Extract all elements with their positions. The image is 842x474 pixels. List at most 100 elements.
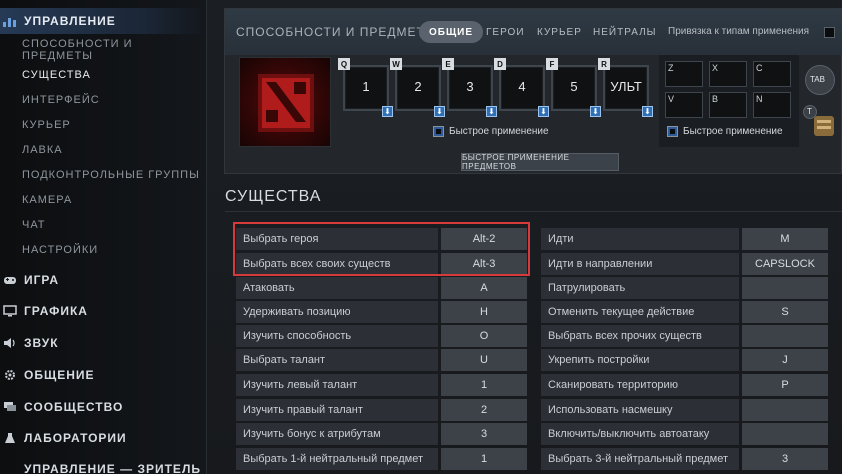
item-slot-n[interactable]: N [753, 92, 791, 118]
quickcast-items-checkbox[interactable] [667, 126, 678, 137]
hotkey-binding[interactable]: 1 [441, 374, 527, 396]
slot-value: 2 [414, 79, 422, 94]
sidebar-section-label: УПРАВЛЕНИЕ — ЗРИТЕЛЬ [24, 462, 201, 474]
hotkey-binding[interactable] [742, 399, 828, 421]
hotkey-binding[interactable]: H [441, 301, 527, 323]
sidebar-section-label: ЗВУК [24, 336, 59, 350]
hotkey-binding[interactable]: A [441, 277, 527, 299]
quickcast-items-option[interactable]: Быстрое применение [667, 126, 783, 137]
sidebar: УПРАВЛЕНИЕ СПОСОБНОСТИ И ПРЕДМЕТЫ СУЩЕСТ… [0, 0, 207, 474]
hotkey-label: Патрулировать [541, 277, 739, 299]
tab-neutrals[interactable]: НЕЙТРАЛЫ [583, 21, 667, 43]
hotkey-binding[interactable]: S [742, 301, 828, 323]
sidebar-item-courier[interactable]: КУРЬЕР [22, 115, 71, 135]
ability-slot-f[interactable]: F 5 ⬇ [546, 58, 601, 117]
slot-key: D [494, 58, 506, 70]
hotkey-binding[interactable] [742, 423, 828, 445]
sidebar-section-label: ЛАБОРАТОРИИ [24, 431, 127, 445]
hotkey-label: Отменить текущее действие [541, 301, 739, 323]
ability-slot-q[interactable]: Q 1 ⬇ [338, 58, 393, 117]
cast-type-binding-label: Привязка к типам применения [668, 26, 810, 37]
quickcast-toggle-icon[interactable]: ⬇ [642, 106, 653, 117]
gear-icon [2, 368, 18, 382]
hotkey-binding[interactable]: O [441, 325, 527, 347]
hotkey-label: Использовать насмешку [541, 399, 739, 421]
item-slot-c[interactable]: C [753, 61, 791, 87]
quickcast-checkbox[interactable] [433, 126, 444, 137]
hotkey-label: Выбрать 3-й нейтральный предмет [541, 448, 739, 470]
ability-slot-e[interactable]: E 3 ⬇ [442, 58, 497, 117]
slot-key: X [712, 63, 719, 73]
quickcast-toggle-icon[interactable]: ⬇ [434, 106, 445, 117]
tab-key-slot[interactable]: TAB [805, 65, 835, 95]
hotkey-binding[interactable]: 3 [742, 448, 828, 470]
tab-general[interactable]: ОБЩИЕ [419, 21, 484, 43]
slot-key: B [712, 94, 719, 104]
abilities-panel: СПОСОБНОСТИ И ПРЕДМЕТЫ ОБЩИЕ ГЕРОИ КУРЬЕ… [224, 8, 842, 174]
ability-slot-d[interactable]: D 4 ⬇ [494, 58, 549, 117]
sidebar-section-spectator-controls[interactable]: УПРАВЛЕНИЕ — ЗРИТЕЛЬ [0, 456, 207, 474]
cast-type-binding-checkbox[interactable] [824, 27, 835, 38]
hotkey-binding[interactable]: U [441, 349, 527, 371]
sidebar-item-units[interactable]: СУЩЕСТВА [22, 65, 91, 85]
hotkey-label: Включить/выключить автоатаку [541, 423, 739, 445]
hotkey-binding[interactable]: 3 [441, 423, 527, 445]
sidebar-section-community[interactable]: СООБЩЕСТВО [0, 394, 207, 420]
monitor-icon [2, 304, 18, 318]
hotkey-binding[interactable]: P [742, 374, 828, 396]
slot-key: V [668, 94, 675, 104]
quickcast-abilities-option[interactable]: Быстрое применение [433, 126, 549, 137]
quickcast-toggle-icon[interactable]: ⬇ [382, 106, 393, 117]
sidebar-section-social[interactable]: ОБЩЕНИЕ [0, 362, 207, 388]
slot-key: W [390, 58, 402, 70]
quickcast-toggle-icon[interactable]: ⬇ [590, 106, 601, 117]
sidebar-item-chat[interactable]: ЧАТ [22, 215, 46, 235]
settings-window: УПРАВЛЕНИЕ СПОСОБНОСТИ И ПРЕДМЕТЫ СУЩЕСТ… [0, 0, 842, 474]
hotkey-binding[interactable]: 1 [441, 448, 527, 470]
hotkey-binding[interactable] [742, 325, 828, 347]
slot-key: E [442, 58, 454, 70]
hotkey-binding[interactable]: CAPSLOCK [742, 253, 828, 275]
hotkey-label: Изучить способность [236, 325, 438, 347]
sidebar-item-interface[interactable]: ИНТЕРФЕЙС [22, 90, 100, 110]
slot-value: УЛЬТ [610, 79, 642, 94]
tab-heroes[interactable]: ГЕРОИ [476, 21, 535, 43]
hotkey-binding[interactable]: J [742, 349, 828, 371]
controls-icon [2, 14, 18, 28]
ability-slot-r[interactable]: R УЛЬТ ⬇ [598, 58, 653, 117]
hotkey-binding[interactable] [742, 277, 828, 299]
sidebar-section-label: ИГРА [24, 273, 60, 287]
slot-key: C [756, 63, 763, 73]
item-slot-b[interactable]: B [709, 92, 747, 118]
sidebar-section-label: СООБЩЕСТВО [24, 400, 124, 414]
sidebar-section-graphics[interactable]: ГРАФИКА [0, 298, 207, 324]
spectator-icon [2, 462, 18, 474]
hotkey-binding[interactable]: M [742, 228, 828, 250]
hotkey-binding[interactable]: 2 [441, 399, 527, 421]
sidebar-item-settings[interactable]: НАСТРОЙКИ [22, 240, 98, 260]
sidebar-section-label: ГРАФИКА [24, 304, 88, 318]
sidebar-section-controls[interactable]: УПРАВЛЕНИЕ [0, 8, 207, 34]
ability-slot-w[interactable]: W 2 ⬇ [390, 58, 445, 117]
slot-value: 1 [362, 79, 370, 94]
sidebar-item-control-groups[interactable]: ПОДКОНТРОЛЬНЫЕ ГРУППЫ [22, 165, 200, 185]
speaker-icon [2, 336, 18, 350]
hotkey-label: Идти [541, 228, 739, 250]
item-slot-v[interactable]: V [665, 92, 703, 118]
scroll-icon[interactable] [811, 112, 837, 140]
tabs-row: СПОСОБНОСТИ И ПРЕДМЕТЫ ОБЩИЕ ГЕРОИ КУРЬЕ… [225, 9, 842, 55]
quickcast-toggle-icon[interactable]: ⬇ [486, 106, 497, 117]
sidebar-item-camera[interactable]: КАМЕРА [22, 190, 72, 210]
item-slot-x[interactable]: X [709, 61, 747, 87]
hotkey-label: Укрепить постройки [541, 349, 739, 371]
sidebar-item-abilities[interactable]: СПОСОБНОСТИ И ПРЕДМЕТЫ [22, 38, 206, 62]
sidebar-section-game[interactable]: ИГРА [0, 267, 207, 293]
sidebar-section-sound[interactable]: ЗВУК [0, 330, 207, 356]
hotkey-label: Идти в направлении [541, 253, 739, 275]
sidebar-item-shop[interactable]: ЛАВКА [22, 140, 63, 160]
item-slot-z[interactable]: Z [665, 61, 703, 87]
quickcast-items-button[interactable]: БЫСТРОЕ ПРИМЕНЕНИЕ ПРЕДМЕТОВ [461, 153, 619, 171]
sidebar-section-labs[interactable]: ЛАБОРАТОРИИ [0, 425, 207, 451]
slot-key: F [546, 58, 558, 70]
quickcast-toggle-icon[interactable]: ⬇ [538, 106, 549, 117]
